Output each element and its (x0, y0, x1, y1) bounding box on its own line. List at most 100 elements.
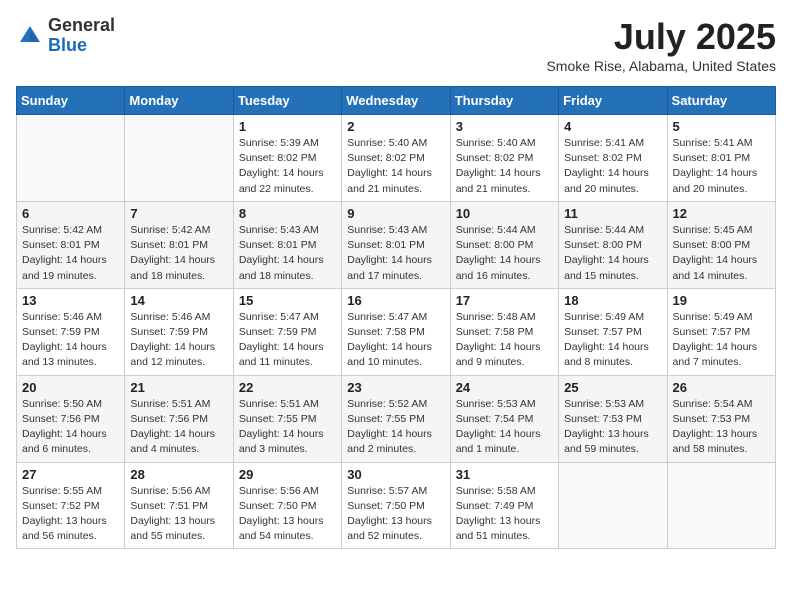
day-info: Sunrise: 5:49 AM Sunset: 7:57 PM Dayligh… (564, 310, 661, 371)
day-info: Sunrise: 5:42 AM Sunset: 8:01 PM Dayligh… (22, 223, 119, 284)
calendar-day-cell: 25 Sunrise: 5:53 AM Sunset: 7:53 PM Dayli… (559, 375, 667, 462)
day-info: Sunrise: 5:53 AM Sunset: 7:54 PM Dayligh… (456, 397, 553, 458)
day-info: Sunrise: 5:43 AM Sunset: 8:01 PM Dayligh… (347, 223, 444, 284)
day-number: 13 (22, 293, 119, 308)
calendar-week-row: 20Sunrise: 5:50 AM Sunset: 7:56 PM Dayli… (17, 375, 776, 462)
calendar-day-cell: 17 Sunrise: 5:48 AM Sunset: 7:58 PM Dayli… (450, 288, 558, 375)
day-number: 3 (456, 119, 553, 134)
calendar-day-cell: 6Sunrise: 5:42 AM Sunset: 8:01 PM Daylig… (17, 201, 125, 288)
calendar-day-cell (667, 462, 775, 549)
calendar-day-cell: 22Sunrise: 5:51 AM Sunset: 7:55 PM Dayli… (233, 375, 341, 462)
day-number: 23 (347, 380, 444, 395)
calendar-day-cell: 11 Sunrise: 5:44 AM Sunset: 8:00 PM Dayli… (559, 201, 667, 288)
day-info: Sunrise: 5:40 AM Sunset: 8:02 PM Dayligh… (347, 136, 444, 197)
day-number: 15 (239, 293, 336, 308)
day-of-week-header: Tuesday (233, 87, 341, 115)
calendar-day-cell: 8 Sunrise: 5:43 AM Sunset: 8:01 PM Daylig… (233, 201, 341, 288)
day-number: 16 (347, 293, 444, 308)
month-title: July 2025 (546, 16, 776, 58)
page-header: General Blue July 2025 Smoke Rise, Alaba… (16, 16, 776, 74)
calendar-day-cell (17, 115, 125, 202)
day-number: 18 (564, 293, 661, 308)
calendar-day-cell: 7 Sunrise: 5:42 AM Sunset: 8:01 PM Daylig… (125, 201, 233, 288)
day-number: 29 (239, 467, 336, 482)
day-of-week-header: Saturday (667, 87, 775, 115)
logo-icon (16, 22, 44, 50)
day-number: 11 (564, 206, 661, 221)
calendar-day-cell: 1 Sunrise: 5:39 AM Sunset: 8:02 PM Daylig… (233, 115, 341, 202)
day-of-week-header: Monday (125, 87, 233, 115)
day-info: Sunrise: 5:39 AM Sunset: 8:02 PM Dayligh… (239, 136, 336, 197)
day-info: Sunrise: 5:44 AM Sunset: 8:00 PM Dayligh… (564, 223, 661, 284)
logo-general: General (48, 15, 115, 35)
day-number: 5 (673, 119, 770, 134)
calendar-day-cell: 28 Sunrise: 5:56 AM Sunset: 7:51 PM Dayli… (125, 462, 233, 549)
calendar-day-cell: 24 Sunrise: 5:53 AM Sunset: 7:54 PM Dayli… (450, 375, 558, 462)
day-info: Sunrise: 5:41 AM Sunset: 8:01 PM Dayligh… (673, 136, 770, 197)
calendar-day-cell: 3 Sunrise: 5:40 AM Sunset: 8:02 PM Daylig… (450, 115, 558, 202)
day-info: Sunrise: 5:42 AM Sunset: 8:01 PM Dayligh… (130, 223, 227, 284)
day-info: Sunrise: 5:46 AM Sunset: 7:59 PM Dayligh… (22, 310, 119, 371)
day-number: 1 (239, 119, 336, 134)
day-info: Sunrise: 5:40 AM Sunset: 8:02 PM Dayligh… (456, 136, 553, 197)
day-info: Sunrise: 5:51 AM Sunset: 7:56 PM Dayligh… (130, 397, 227, 458)
logo-text: General Blue (48, 16, 115, 56)
day-number: 7 (130, 206, 227, 221)
day-of-week-header: Friday (559, 87, 667, 115)
day-info: Sunrise: 5:45 AM Sunset: 8:00 PM Dayligh… (673, 223, 770, 284)
calendar-day-cell: 19 Sunrise: 5:49 AM Sunset: 7:57 PM Dayli… (667, 288, 775, 375)
calendar-day-cell: 10 Sunrise: 5:44 AM Sunset: 8:00 PM Dayli… (450, 201, 558, 288)
day-info: Sunrise: 5:56 AM Sunset: 7:50 PM Dayligh… (239, 484, 336, 545)
calendar-week-row: 6Sunrise: 5:42 AM Sunset: 8:01 PM Daylig… (17, 201, 776, 288)
day-info: Sunrise: 5:48 AM Sunset: 7:58 PM Dayligh… (456, 310, 553, 371)
calendar-day-cell: 27 Sunrise: 5:55 AM Sunset: 7:52 PM Dayli… (17, 462, 125, 549)
calendar-day-cell: 30Sunrise: 5:57 AM Sunset: 7:50 PM Dayli… (342, 462, 450, 549)
calendar-day-cell: 23 Sunrise: 5:52 AM Sunset: 7:55 PM Dayli… (342, 375, 450, 462)
calendar-day-cell: 14 Sunrise: 5:46 AM Sunset: 7:59 PM Dayli… (125, 288, 233, 375)
day-number: 25 (564, 380, 661, 395)
day-info: Sunrise: 5:47 AM Sunset: 7:59 PM Dayligh… (239, 310, 336, 371)
day-number: 30 (347, 467, 444, 482)
day-info: Sunrise: 5:43 AM Sunset: 8:01 PM Dayligh… (239, 223, 336, 284)
day-number: 9 (347, 206, 444, 221)
calendar-header-row: SundayMondayTuesdayWednesdayThursdayFrid… (17, 87, 776, 115)
day-number: 28 (130, 467, 227, 482)
calendar-week-row: 13 Sunrise: 5:46 AM Sunset: 7:59 PM Dayli… (17, 288, 776, 375)
day-info: Sunrise: 5:49 AM Sunset: 7:57 PM Dayligh… (673, 310, 770, 371)
calendar-day-cell (125, 115, 233, 202)
calendar-day-cell: 31Sunrise: 5:58 AM Sunset: 7:49 PM Dayli… (450, 462, 558, 549)
day-number: 24 (456, 380, 553, 395)
calendar-table: SundayMondayTuesdayWednesdayThursdayFrid… (16, 86, 776, 549)
day-number: 31 (456, 467, 553, 482)
day-number: 2 (347, 119, 444, 134)
calendar-week-row: 1 Sunrise: 5:39 AM Sunset: 8:02 PM Daylig… (17, 115, 776, 202)
calendar-day-cell: 29 Sunrise: 5:56 AM Sunset: 7:50 PM Dayli… (233, 462, 341, 549)
day-number: 22 (239, 380, 336, 395)
calendar-day-cell (559, 462, 667, 549)
calendar-day-cell: 4Sunrise: 5:41 AM Sunset: 8:02 PM Daylig… (559, 115, 667, 202)
day-info: Sunrise: 5:44 AM Sunset: 8:00 PM Dayligh… (456, 223, 553, 284)
day-number: 4 (564, 119, 661, 134)
day-info: Sunrise: 5:46 AM Sunset: 7:59 PM Dayligh… (130, 310, 227, 371)
title-block: July 2025 Smoke Rise, Alabama, United St… (546, 16, 776, 74)
day-info: Sunrise: 5:55 AM Sunset: 7:52 PM Dayligh… (22, 484, 119, 545)
day-info: Sunrise: 5:52 AM Sunset: 7:55 PM Dayligh… (347, 397, 444, 458)
day-number: 19 (673, 293, 770, 308)
day-number: 27 (22, 467, 119, 482)
day-number: 17 (456, 293, 553, 308)
day-info: Sunrise: 5:56 AM Sunset: 7:51 PM Dayligh… (130, 484, 227, 545)
day-info: Sunrise: 5:53 AM Sunset: 7:53 PM Dayligh… (564, 397, 661, 458)
calendar-day-cell: 5 Sunrise: 5:41 AM Sunset: 8:01 PM Daylig… (667, 115, 775, 202)
calendar-day-cell: 15 Sunrise: 5:47 AM Sunset: 7:59 PM Dayli… (233, 288, 341, 375)
calendar-day-cell: 13 Sunrise: 5:46 AM Sunset: 7:59 PM Dayli… (17, 288, 125, 375)
calendar-day-cell: 18 Sunrise: 5:49 AM Sunset: 7:57 PM Dayli… (559, 288, 667, 375)
day-number: 8 (239, 206, 336, 221)
day-number: 10 (456, 206, 553, 221)
day-info: Sunrise: 5:47 AM Sunset: 7:58 PM Dayligh… (347, 310, 444, 371)
day-number: 20 (22, 380, 119, 395)
day-of-week-header: Thursday (450, 87, 558, 115)
calendar-day-cell: 2 Sunrise: 5:40 AM Sunset: 8:02 PM Daylig… (342, 115, 450, 202)
calendar-day-cell: 12Sunrise: 5:45 AM Sunset: 8:00 PM Dayli… (667, 201, 775, 288)
calendar-week-row: 27 Sunrise: 5:55 AM Sunset: 7:52 PM Dayli… (17, 462, 776, 549)
day-number: 14 (130, 293, 227, 308)
